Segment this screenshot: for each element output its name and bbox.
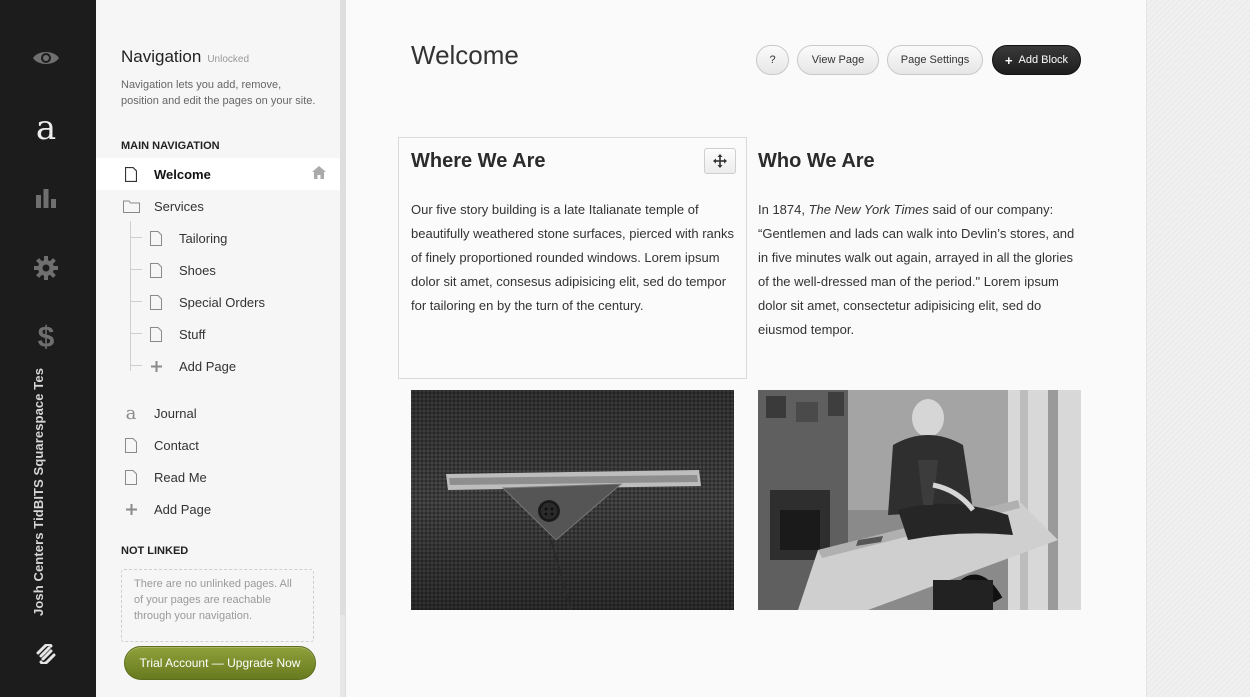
page-icon — [149, 294, 163, 310]
page-icon — [149, 230, 163, 246]
nav-item-special-orders[interactable]: Special Orders — [96, 286, 340, 318]
app-rail: a $ Josh Centers TidBITS Squarespace Tes — [0, 0, 96, 697]
page-icon — [149, 326, 163, 342]
navigation-panel: Navigation Unlocked Navigation lets you a… — [96, 0, 340, 697]
plus-icon — [149, 358, 163, 374]
background-pattern — [1146, 0, 1250, 697]
add-subpage-button[interactable]: Add Page — [96, 350, 340, 382]
gear-icon[interactable] — [28, 250, 64, 286]
block-text[interactable]: In 1874, The New York Times said of our … — [758, 198, 1084, 342]
add-page-button[interactable]: Add Page — [96, 493, 340, 525]
tailor-at-work-photo[interactable] — [758, 390, 1081, 610]
block-text[interactable]: Our five story building is a late Italia… — [411, 198, 737, 318]
nav-item-label: Services — [154, 198, 204, 214]
move-icon[interactable] — [704, 148, 736, 174]
page-icon — [124, 469, 138, 485]
panel-title: Navigation Unlocked — [121, 47, 249, 67]
nav-item-contact[interactable]: Contact — [96, 429, 340, 461]
unlinked-pages-dropzone[interactable]: There are no unlinked pages. All of your… — [121, 569, 314, 642]
site-name[interactable]: Josh Centers TidBITS Squarespace Tes — [31, 368, 46, 616]
main-navigation-label: MAIN NAVIGATION — [121, 140, 220, 152]
squarespace-logo-icon[interactable] — [28, 636, 64, 672]
nav-item-welcome[interactable]: Welcome — [96, 158, 340, 190]
nav-item-tailoring[interactable]: Tailoring — [96, 222, 340, 254]
page-icon — [124, 437, 138, 453]
nav-item-label: Special Orders — [179, 294, 265, 310]
dollar-icon[interactable]: $ — [28, 320, 64, 356]
home-icon[interactable] — [312, 166, 326, 182]
page-icon — [149, 262, 163, 278]
plus-icon — [124, 501, 138, 517]
nav-item-label: Journal — [154, 405, 197, 421]
panel-description: Navigation lets you add, remove, positio… — [121, 79, 316, 107]
nav-item-services[interactable]: Services — [96, 190, 340, 222]
suit-pocket-photo[interactable] — [411, 390, 734, 610]
nav-item-label: Add Page — [179, 358, 237, 374]
panel-title-text: Navigation — [121, 47, 202, 66]
nav-item-label: Add Page — [154, 501, 212, 517]
help-button[interactable]: ? — [756, 45, 789, 75]
analytics-icon[interactable] — [28, 180, 64, 216]
eye-icon[interactable] — [28, 40, 64, 76]
upgrade-button[interactable]: Trial Account — Upgrade Now — [124, 646, 316, 680]
page-icon — [124, 166, 138, 182]
block-heading[interactable]: Who We Are — [758, 150, 875, 173]
nav-item-label: Contact — [154, 437, 199, 453]
folder-icon — [123, 198, 140, 214]
add-block-label: Add Block — [1018, 54, 1069, 66]
unlocked-status[interactable]: Unlocked — [207, 54, 249, 65]
page-settings-button[interactable]: Page Settings — [887, 45, 983, 75]
nav-item-stuff[interactable]: Stuff — [96, 318, 340, 350]
nav-item-label: Welcome — [154, 166, 211, 182]
page-editor: Welcome ? View Page Page Settings + Add B… — [346, 0, 1146, 697]
nav-item-shoes[interactable]: Shoes — [96, 254, 340, 286]
block-heading[interactable]: Where We Are — [411, 150, 545, 173]
squarespace-a-icon[interactable]: a — [28, 110, 64, 146]
publication-name: The New York Times — [808, 202, 929, 217]
nav-item-label: Stuff — [179, 326, 206, 342]
page-title: Welcome — [411, 40, 519, 70]
nav-item-journal[interactable]: a Journal — [96, 397, 340, 429]
text-span: In 1874, — [758, 202, 809, 217]
not-linked-label: NOT LINKED — [121, 545, 189, 557]
text-span: said of our company: “Gentlemen and lads… — [758, 202, 1075, 337]
add-block-button[interactable]: + Add Block — [992, 45, 1081, 75]
blog-a-icon: a — [125, 402, 137, 424]
nav-item-read-me[interactable]: Read Me — [96, 461, 340, 493]
view-page-button[interactable]: View Page — [797, 45, 879, 75]
nav-item-label: Shoes — [179, 262, 216, 278]
nav-item-label: Read Me — [154, 469, 207, 485]
nav-item-label: Tailoring — [179, 230, 228, 246]
plus-icon: + — [1004, 52, 1013, 68]
